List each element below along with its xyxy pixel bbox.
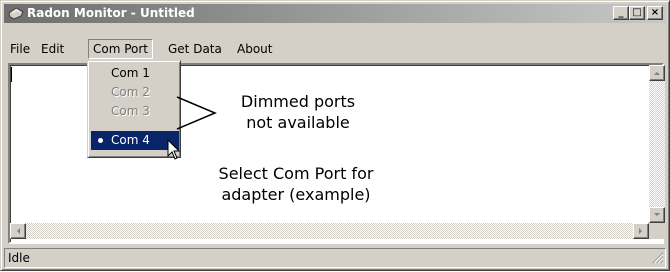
annotation-dimmed-line1: Dimmed ports	[240, 92, 356, 111]
annotation-bracket	[176, 96, 217, 130]
annotation-select-line2: adapter (example)	[221, 185, 371, 204]
annotation-dimmed-line2: not available	[246, 113, 350, 132]
mouse-pointer-icon	[167, 139, 181, 160]
annotation-select-line1: Select Com Port for	[218, 164, 374, 183]
annotation-dimmed: Dimmed ports not available	[223, 91, 373, 133]
app-window: Radon Monitor - Untitled _ □ × File Edit…	[0, 0, 670, 271]
annotation-select: Select Com Port for adapter (example)	[191, 163, 401, 205]
